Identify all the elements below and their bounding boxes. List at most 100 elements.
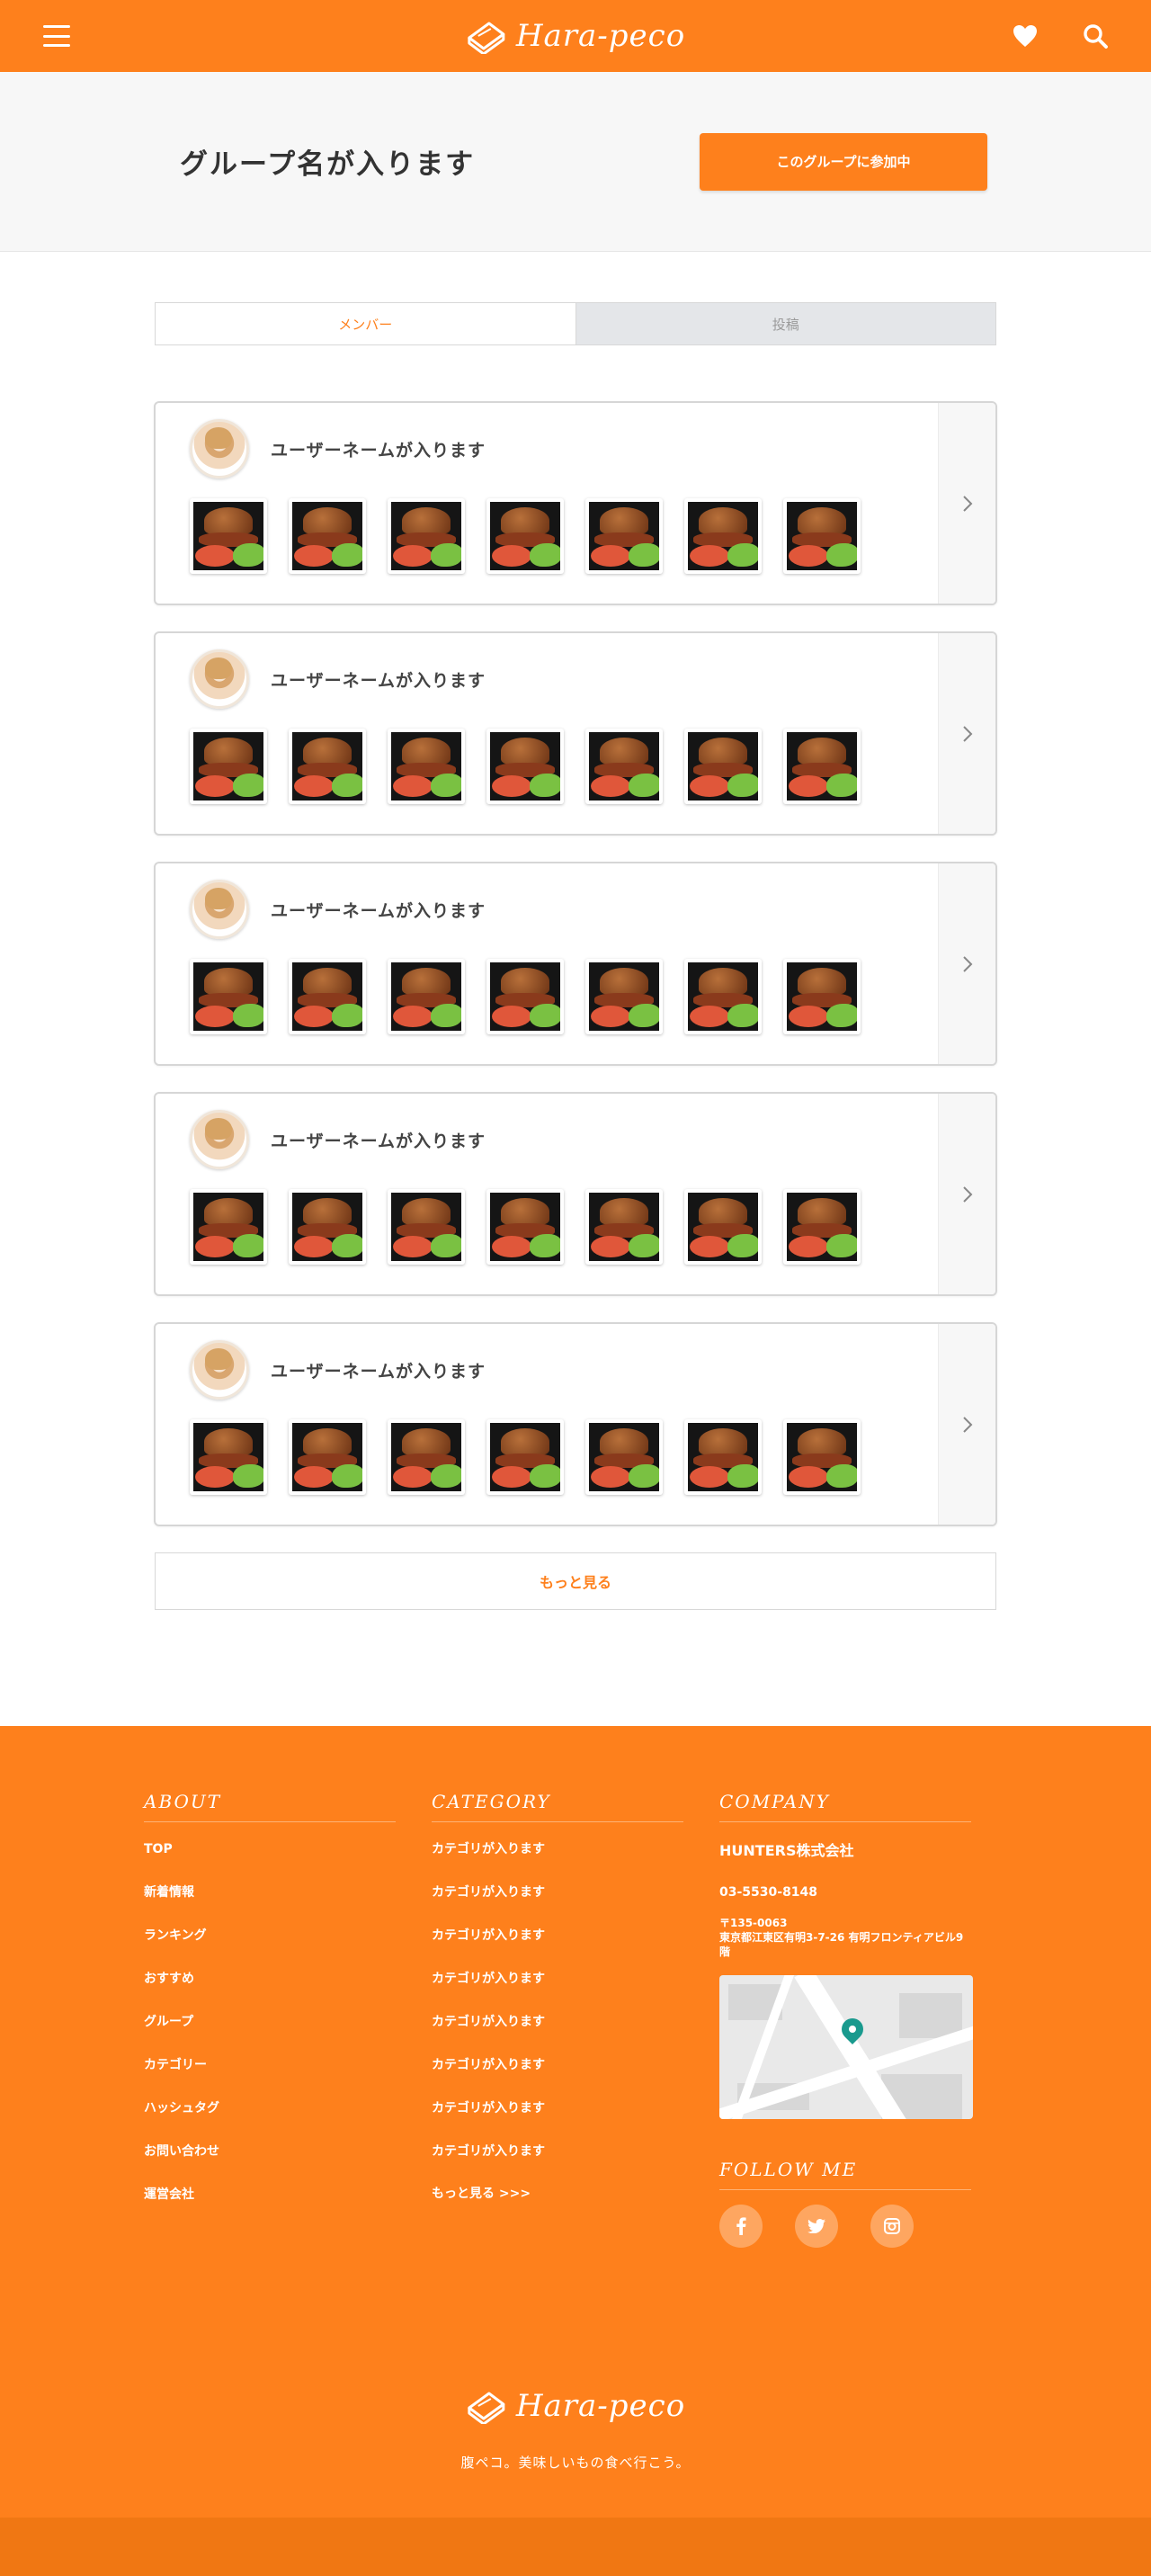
join-group-button[interactable]: このグループに参加中 xyxy=(700,132,987,191)
member-card[interactable]: ユーザーネームが入ります xyxy=(154,862,997,1066)
member-card[interactable]: ユーザーネームが入ります xyxy=(154,1092,997,1296)
post-thumbnail[interactable] xyxy=(190,729,267,804)
tab-members[interactable]: メンバー xyxy=(155,302,576,345)
post-thumbnail[interactable] xyxy=(585,1419,663,1495)
post-thumbnail[interactable] xyxy=(783,729,861,804)
heart-icon[interactable] xyxy=(1013,24,1038,48)
post-thumbnail[interactable] xyxy=(388,1419,465,1495)
footer-about-link[interactable]: 新着情報 xyxy=(144,1882,396,1925)
member-post-thumbnails xyxy=(190,959,938,1034)
avatar[interactable] xyxy=(190,1340,249,1400)
footer-about-link[interactable]: カテゴリー xyxy=(144,2054,396,2097)
post-thumbnail[interactable] xyxy=(388,729,465,804)
burger-photo xyxy=(688,502,758,570)
footer-about-link[interactable]: おすすめ xyxy=(144,1968,396,2011)
burger-photo xyxy=(490,1193,560,1261)
post-thumbnail[interactable] xyxy=(585,498,663,574)
footer-logo[interactable]: Hara-peco xyxy=(466,2388,685,2424)
search-icon[interactable] xyxy=(1083,23,1108,49)
post-thumbnail[interactable] xyxy=(783,1419,861,1495)
post-thumbnail[interactable] xyxy=(783,1189,861,1265)
member-card[interactable]: ユーザーネームが入ります xyxy=(154,401,997,605)
footer-category-link[interactable]: カテゴリが入ります xyxy=(432,1968,683,2011)
avatar[interactable] xyxy=(190,1110,249,1169)
post-thumbnail[interactable] xyxy=(190,498,267,574)
burger-photo xyxy=(589,1423,659,1491)
member-header: ユーザーネームが入ります xyxy=(190,419,938,479)
post-thumbnail[interactable] xyxy=(289,1419,366,1495)
member-name[interactable]: ユーザーネームが入ります xyxy=(271,1128,486,1152)
footer-about-link[interactable]: グループ xyxy=(144,2011,396,2054)
footer-about-link[interactable]: ランキング xyxy=(144,1925,396,1968)
post-thumbnail[interactable] xyxy=(585,729,663,804)
post-thumbnail[interactable] xyxy=(289,1189,366,1265)
post-thumbnail[interactable] xyxy=(388,959,465,1034)
member-detail-arrow[interactable] xyxy=(938,1324,995,1525)
footer-category-more-link[interactable]: もっと見る >>> xyxy=(432,2184,683,2202)
footer-about-link[interactable]: TOP xyxy=(144,1838,396,1882)
post-thumbnail[interactable] xyxy=(783,959,861,1034)
footer-category-link[interactable]: カテゴリが入ります xyxy=(432,2141,683,2184)
post-thumbnail[interactable] xyxy=(486,498,564,574)
member-body: ユーザーネームが入ります xyxy=(156,403,938,604)
post-thumbnail[interactable] xyxy=(684,729,762,804)
avatar[interactable] xyxy=(190,649,249,709)
post-thumbnail[interactable] xyxy=(388,1189,465,1265)
footer-about-link[interactable]: ハッシュタグ xyxy=(144,2097,396,2141)
post-thumbnail[interactable] xyxy=(388,498,465,574)
member-name[interactable]: ユーザーネームが入ります xyxy=(271,667,486,692)
member-name[interactable]: ユーザーネームが入ります xyxy=(271,898,486,922)
post-thumbnail[interactable] xyxy=(190,959,267,1034)
company-name: HUNTERS株式会社 xyxy=(719,1842,854,1859)
post-thumbnail[interactable] xyxy=(486,1189,564,1265)
post-thumbnail[interactable] xyxy=(190,1189,267,1265)
post-thumbnail[interactable] xyxy=(684,1419,762,1495)
post-thumbnail[interactable] xyxy=(585,959,663,1034)
show-more-button[interactable]: もっと見る xyxy=(155,1552,996,1610)
post-thumbnail[interactable] xyxy=(684,959,762,1034)
member-card[interactable]: ユーザーネームが入ります xyxy=(154,631,997,836)
site-logo[interactable]: Hara-peco xyxy=(466,18,685,54)
post-thumbnail[interactable] xyxy=(289,959,366,1034)
member-detail-arrow[interactable] xyxy=(938,633,995,834)
twitter-icon[interactable] xyxy=(795,2205,838,2248)
chevron-right-icon xyxy=(962,1416,972,1433)
group-header: グループ名が入ります このグループに参加中 xyxy=(0,72,1151,252)
member-detail-arrow[interactable] xyxy=(938,1094,995,1294)
burger-photo xyxy=(193,1423,263,1491)
avatar[interactable] xyxy=(190,880,249,939)
post-thumbnail[interactable] xyxy=(486,729,564,804)
avatar[interactable] xyxy=(190,419,249,479)
member-name[interactable]: ユーザーネームが入ります xyxy=(271,1358,486,1382)
post-thumbnail[interactable] xyxy=(684,498,762,574)
post-thumbnail[interactable] xyxy=(585,1189,663,1265)
member-post-thumbnails xyxy=(190,498,938,574)
footer-about-link[interactable]: お問い合わせ xyxy=(144,2141,396,2184)
post-thumbnail[interactable] xyxy=(684,1189,762,1265)
company-map[interactable] xyxy=(719,1975,973,2119)
footer-category-link[interactable]: カテゴリが入ります xyxy=(432,1838,683,1882)
footer-category-link[interactable]: カテゴリが入ります xyxy=(432,2097,683,2141)
member-card[interactable]: ユーザーネームが入ります xyxy=(154,1322,997,1526)
post-thumbnail[interactable] xyxy=(783,498,861,574)
footer-company-heading: COMPANY xyxy=(719,1791,971,1822)
member-detail-arrow[interactable] xyxy=(938,863,995,1064)
post-thumbnail[interactable] xyxy=(289,729,366,804)
tab-posts[interactable]: 投稿 xyxy=(576,302,996,345)
member-post-thumbnails xyxy=(190,1419,938,1495)
burger-photo xyxy=(688,962,758,1031)
facebook-icon[interactable] xyxy=(719,2205,763,2248)
footer-category-link[interactable]: カテゴリが入ります xyxy=(432,1882,683,1925)
footer-about-link[interactable]: 運営会社 xyxy=(144,2184,396,2227)
footer-category-link[interactable]: カテゴリが入ります xyxy=(432,2054,683,2097)
member-detail-arrow[interactable] xyxy=(938,403,995,604)
footer-category-link[interactable]: カテゴリが入ります xyxy=(432,1925,683,1968)
hamburger-menu-icon[interactable] xyxy=(43,25,70,47)
instagram-icon[interactable] xyxy=(870,2205,914,2248)
post-thumbnail[interactable] xyxy=(486,1419,564,1495)
footer-category-link[interactable]: カテゴリが入ります xyxy=(432,2011,683,2054)
post-thumbnail[interactable] xyxy=(190,1419,267,1495)
post-thumbnail[interactable] xyxy=(486,959,564,1034)
member-name[interactable]: ユーザーネームが入ります xyxy=(271,437,486,461)
post-thumbnail[interactable] xyxy=(289,498,366,574)
